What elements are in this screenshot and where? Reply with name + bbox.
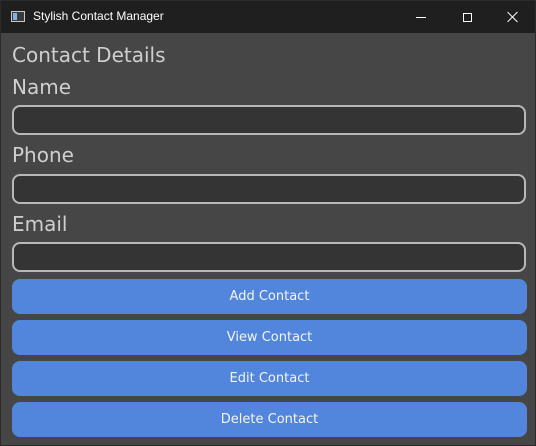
- maximize-icon: [462, 12, 472, 22]
- phone-field[interactable]: [12, 174, 526, 204]
- email-field[interactable]: [12, 242, 526, 272]
- app-window: Stylish Contact Manager Contact Details …: [0, 0, 536, 446]
- edit-contact-button[interactable]: Edit Contact: [12, 361, 527, 396]
- name-field[interactable]: [12, 105, 526, 135]
- section-heading: Contact Details: [12, 43, 166, 67]
- email-label: Email: [12, 212, 68, 236]
- maximize-button[interactable]: [444, 1, 490, 33]
- contact-form: Contact Details Name Phone Email Add Con…: [1, 33, 535, 445]
- minimize-button[interactable]: [398, 1, 444, 33]
- view-contact-button[interactable]: View Contact: [12, 320, 527, 355]
- name-label: Name: [12, 75, 72, 99]
- app-window-icon: [11, 11, 25, 22]
- delete-contact-button[interactable]: Delete Contact: [12, 402, 527, 437]
- close-icon: [507, 11, 519, 23]
- window-title: Stylish Contact Manager: [33, 9, 164, 23]
- add-contact-button[interactable]: Add Contact: [12, 279, 527, 314]
- title-bar[interactable]: Stylish Contact Manager: [1, 1, 535, 33]
- close-button[interactable]: [490, 1, 536, 33]
- minimize-icon: [416, 16, 426, 18]
- phone-label: Phone: [12, 143, 74, 167]
